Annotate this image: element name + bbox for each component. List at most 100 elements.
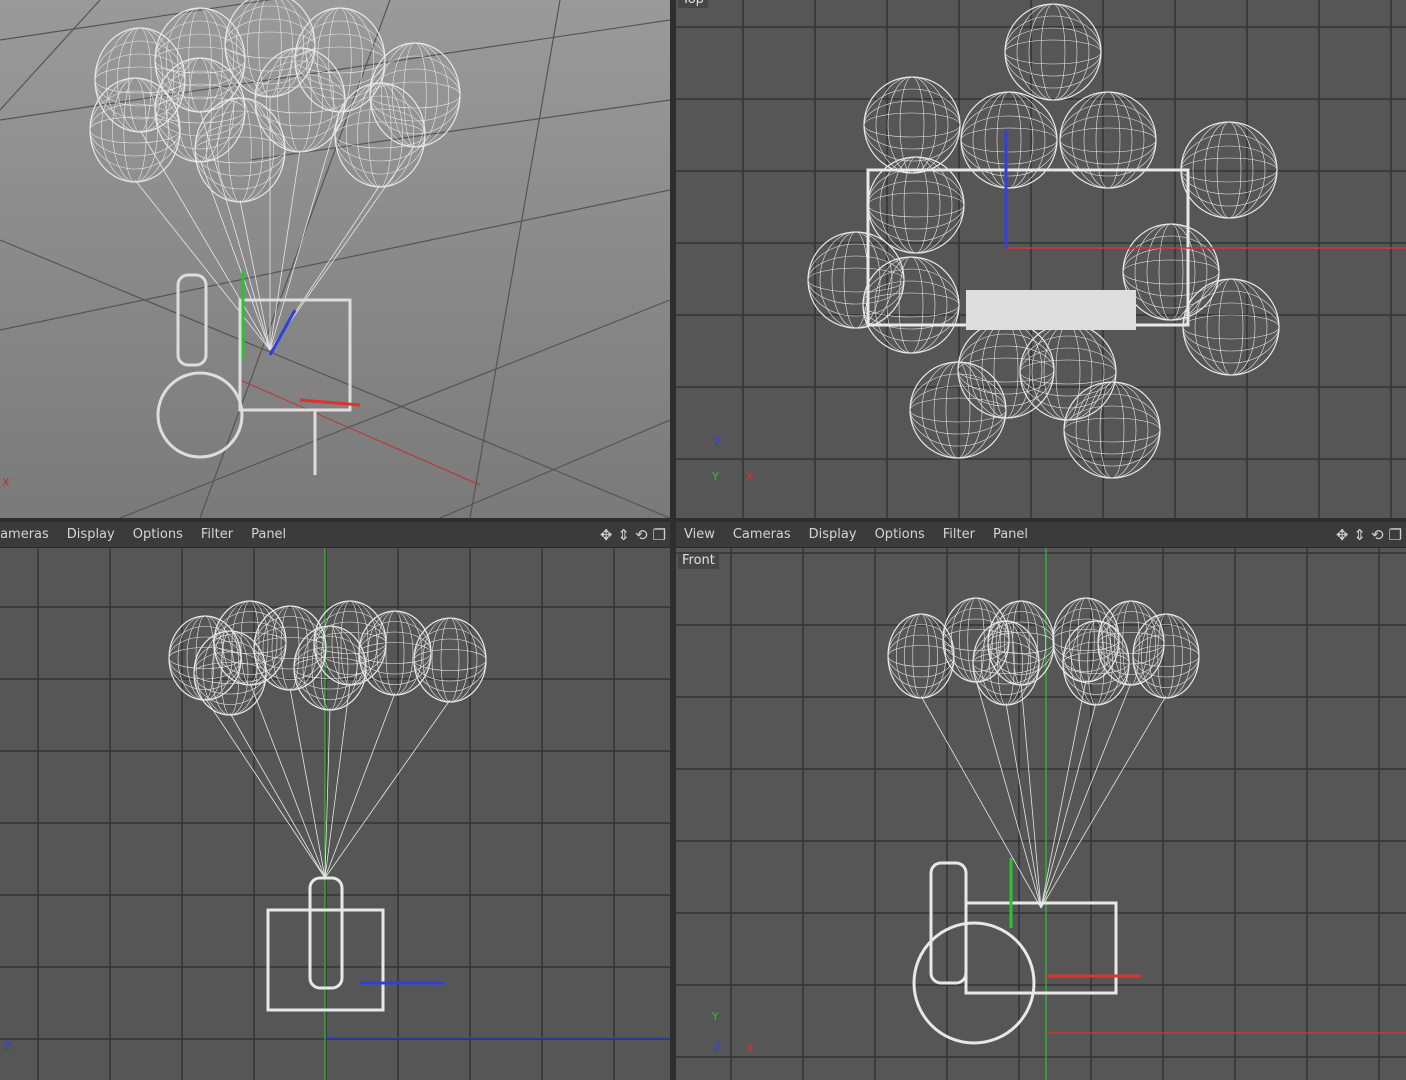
rotate-view-icon[interactable]: ⟲ <box>635 526 648 544</box>
balloon-wire <box>957 357 1055 383</box>
balloon-wire <box>1140 613 1192 699</box>
maximize-view-icon[interactable]: ❐ <box>653 526 666 544</box>
viewport-front[interactable]: Front Y Z X <box>676 548 1406 1080</box>
balloon-wire <box>358 610 432 696</box>
balloon-wire <box>302 625 358 711</box>
balloon-wire <box>213 611 287 675</box>
balloon-wire <box>280 605 300 691</box>
balloon-wire <box>413 628 487 692</box>
balloon-wire <box>1077 597 1095 683</box>
balloon-wire <box>862 268 960 342</box>
viewport-right-menubar: Cameras Display Options Filter Panel ✥⇕ ⟲… <box>0 522 670 548</box>
balloon-wire <box>1132 624 1200 688</box>
balloon-wire <box>293 625 367 711</box>
balloon-wire <box>1016 3 1090 101</box>
balloon-wire <box>247 0 293 98</box>
balloon-wire <box>960 127 1058 153</box>
menu-view[interactable]: View <box>684 527 715 542</box>
balloon-wire <box>1122 223 1220 321</box>
menu-options[interactable]: Options <box>133 527 183 542</box>
viewport-right[interactable]: Z <box>0 548 670 1080</box>
balloon-wire <box>385 610 405 696</box>
zoom-view-icon[interactable]: ⇕ <box>617 526 630 544</box>
balloon-wire <box>254 47 346 153</box>
balloon-wire <box>912 613 930 699</box>
menu-display[interactable]: Display <box>67 527 115 542</box>
menu-cameras[interactable]: Cameras <box>0 527 49 542</box>
string <box>204 697 326 879</box>
balloon-wire <box>1040 3 1066 101</box>
balloon-wire <box>887 634 955 678</box>
balloon-wire <box>1182 314 1280 340</box>
balloon-wire <box>224 31 316 59</box>
viewport-perspective[interactable]: X <box>0 0 670 518</box>
balloon-wire <box>265 47 335 153</box>
balloon-wire <box>340 600 360 686</box>
balloon-wire <box>1134 223 1208 321</box>
string <box>1040 702 1097 909</box>
balloon-wire <box>258 0 282 98</box>
balloon-wire <box>1097 632 1165 654</box>
balloon-wire <box>1004 3 1102 101</box>
balloon-wire <box>1097 621 1165 665</box>
menu-display[interactable]: Display <box>809 527 857 542</box>
zoom-view-icon[interactable]: ⇕ <box>1353 526 1366 544</box>
viewport-label: Top <box>678 0 708 8</box>
balloon-wire <box>440 617 460 703</box>
balloon-wire <box>213 632 287 654</box>
balloon-wire <box>1059 91 1157 189</box>
axis-y: Y <box>712 1010 719 1023</box>
axis-z: Z <box>4 1040 12 1053</box>
balloon-wire <box>863 112 961 138</box>
menu-filter[interactable]: Filter <box>201 527 233 542</box>
balloon-wire <box>807 243 905 317</box>
menu-cameras[interactable]: Cameras <box>733 527 791 542</box>
balloon-wire <box>305 7 375 113</box>
balloon-wire <box>1192 121 1266 219</box>
balloon-wire <box>293 636 367 700</box>
viewport-front-menubar: View Cameras Display Options Filter Pane… <box>676 522 1406 548</box>
balloon-wire <box>1097 600 1165 686</box>
menu-panel[interactable]: Panel <box>993 527 1028 542</box>
rotate-view-icon[interactable]: ⟲ <box>1371 526 1384 544</box>
balloon-wire <box>1132 613 1200 699</box>
balloon-wire <box>89 77 181 183</box>
move-view-icon[interactable]: ✥ <box>1336 526 1349 544</box>
balloon-wire <box>413 638 487 682</box>
balloon-wire <box>358 621 432 685</box>
string <box>324 692 396 879</box>
balloon-wire <box>807 231 905 329</box>
balloon-wire <box>320 625 340 711</box>
maximize-view-icon[interactable]: ❐ <box>1389 526 1402 544</box>
balloon-wire <box>1062 620 1130 706</box>
balloon-wire <box>1132 645 1200 667</box>
balloon-wire <box>288 47 312 153</box>
viewport-top[interactable]: Top Z Y X <box>676 0 1406 518</box>
balloon-wire <box>413 617 487 703</box>
balloon-wire <box>328 7 352 113</box>
balloon-wire <box>1105 600 1157 686</box>
right-scene <box>0 548 670 1080</box>
balloon-wire <box>1180 133 1278 207</box>
balloon-wire <box>862 256 960 354</box>
balloon-wire <box>909 373 1007 447</box>
balloon-wire <box>334 121 426 149</box>
balloon-wire <box>254 86 346 114</box>
balloon-wire <box>1122 235 1220 309</box>
balloon-wire <box>1062 641 1130 685</box>
balloon-wire <box>960 91 1058 189</box>
string <box>269 149 301 351</box>
menu-filter[interactable]: Filter <box>943 527 975 542</box>
balloon-wire <box>224 5 316 85</box>
balloon-wire <box>240 600 260 686</box>
axis-origin: Z <box>714 1042 722 1055</box>
balloon-wire <box>807 267 905 293</box>
menu-options[interactable]: Options <box>875 527 925 542</box>
move-view-icon[interactable]: ✥ <box>600 526 613 544</box>
balloon-wire <box>1194 278 1268 376</box>
menu-panel[interactable]: Panel <box>251 527 286 542</box>
balloon-wire <box>413 649 487 671</box>
balloon-wire <box>358 642 432 664</box>
balloon-wire <box>1019 359 1117 385</box>
balloon-wire <box>972 91 1046 189</box>
